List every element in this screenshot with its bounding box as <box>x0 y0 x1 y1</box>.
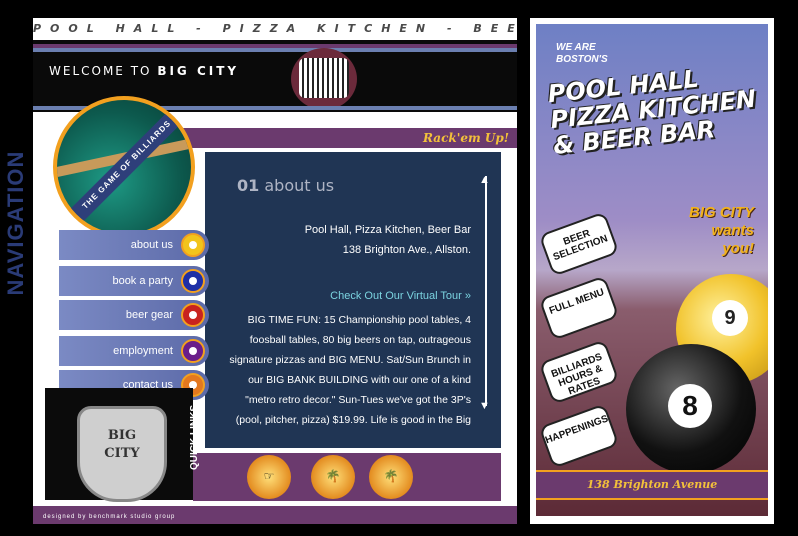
welcome-brand: BIG CITY <box>157 64 240 78</box>
badge-line: CITY <box>104 446 140 461</box>
promo-burst-1[interactable]: BEER SELECTION <box>538 211 620 277</box>
pointing-hand-icon: ☞ <box>263 469 275 483</box>
main-panel: POOL HALL - PIZZA KITCHEN - BEER BAR WEL… <box>3 18 517 524</box>
section-number: 01 <box>237 176 260 195</box>
welcome-prefix: WELCOME TO <box>49 64 152 78</box>
welcome-text: WELCOME TO BIG CITY <box>49 64 239 78</box>
designer-credit: designed by benchmark studio group <box>43 514 176 520</box>
quick-links-label: QUICK LINKS <box>189 405 200 470</box>
rack-slogan: Rack'em Up! <box>423 131 509 145</box>
nav-item-book-a-party[interactable]: book a party <box>59 266 209 296</box>
nav-item-label: book a party <box>112 275 173 287</box>
promo-burst-label: BEER SELECTION <box>551 227 610 264</box>
about-body-text: BIG TIME FUN: 15 Championship pool table… <box>229 314 471 426</box>
promo-burst-label: HAPPENINGS <box>543 413 610 447</box>
pool-ball-icon <box>181 339 205 363</box>
promo-burst-label: FULL MENU <box>547 286 606 317</box>
wants-you-text: BIG CITY wants you! <box>689 204 754 258</box>
promo-burst-4[interactable]: HAPPENINGS <box>538 403 620 469</box>
tagline-bar: POOL HALL - PIZZA KITCHEN - BEER BAR <box>33 18 517 40</box>
poster-headline: POOL HALL PIZZA KITCHEN & BEER BAR <box>546 59 768 160</box>
eight-ball-icon: 8 <box>626 344 756 474</box>
big-city-logo[interactable] <box>291 48 357 110</box>
scroll-down-icon[interactable]: ▼ <box>479 400 490 412</box>
promo-burst-label: BILLIARDS HOURS & RATES <box>549 351 605 398</box>
wants-line: you! <box>722 240 754 257</box>
nav-item-label: beer gear <box>125 309 173 321</box>
ball-number: 8 <box>668 384 712 428</box>
quick-link-3[interactable]: 🌴 <box>369 455 413 499</box>
billiards-badge: THE GAME OF BILLIARDS <box>53 96 195 238</box>
navigation-label: NAVIGATION <box>3 150 28 296</box>
quick-link-1[interactable]: ☞ <box>247 455 291 499</box>
nav-item-employment[interactable]: employment <box>59 336 209 366</box>
quick-link-2[interactable]: 🌴 <box>311 455 355 499</box>
address-block: Pool Hall, Pizza Kitchen, Beer Bar 138 B… <box>305 220 471 260</box>
we-are-line: WE ARE <box>556 42 596 53</box>
pool-ball-icon <box>181 269 205 293</box>
promo-burst-3[interactable]: BILLIARDS HOURS & RATES <box>538 339 620 405</box>
nav-item-beer-gear[interactable]: beer gear <box>59 300 209 330</box>
section-heading: 01 about us <box>237 176 334 195</box>
we-are-text: WE ARE BOSTON'S <box>556 42 608 66</box>
wants-line: wants <box>711 222 754 239</box>
promo-burst-2[interactable]: FULL MENU <box>538 275 620 341</box>
nav-item-label: employment <box>113 345 173 357</box>
nav-item-about-us[interactable]: about us <box>59 230 209 260</box>
divider <box>33 48 517 52</box>
palm-tree-icon: 🌴 <box>325 469 341 483</box>
wants-line: BIG CITY <box>688 204 754 221</box>
pool-ball-icon <box>181 233 205 257</box>
virtual-tour-link[interactable]: Check Out Our Virtual Tour » <box>330 290 471 302</box>
bostons-line: BOSTON'S <box>556 54 608 65</box>
slogan-bar: Rack'em Up! <box>183 128 517 148</box>
promo-poster: WE ARE BOSTON'S POOL HALL PIZZA KITCHEN &… <box>536 24 768 516</box>
scrollbar-track[interactable] <box>485 176 487 406</box>
poster-address: 138 Brighton Avenue <box>536 470 768 500</box>
pool-ball-icon <box>181 303 205 327</box>
badge-line: BIG <box>107 428 137 443</box>
palm-tree-icon: 🌴 <box>383 469 399 483</box>
address-line: 138 Brighton Ave., Allston. <box>342 244 471 256</box>
city-badge-logo: BIG CITY <box>77 406 167 502</box>
section-title: about us <box>264 176 335 195</box>
nav-item-label: about us <box>130 239 173 251</box>
about-panel: 01 about us Pool Hall, Pizza Kitchen, Be… <box>205 152 501 448</box>
promo-panel: WE ARE BOSTON'S POOL HALL PIZZA KITCHEN &… <box>530 18 774 524</box>
address-line: Pool Hall, Pizza Kitchen, Beer Bar <box>304 224 471 236</box>
ball-number: 9 <box>712 300 748 336</box>
building-icon <box>299 58 349 98</box>
scroll-up-icon[interactable]: ▲ <box>479 174 490 186</box>
